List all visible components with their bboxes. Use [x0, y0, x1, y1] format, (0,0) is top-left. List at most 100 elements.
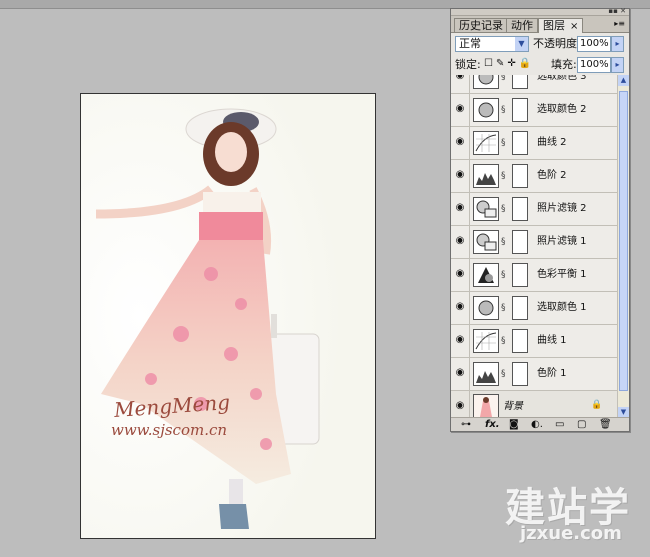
new-layer-icon[interactable]: ▢ — [577, 419, 586, 430]
layer-mask-thumbnail[interactable] — [512, 98, 528, 122]
panel-title-grip[interactable]: ▪▪ ✕ — [451, 8, 629, 16]
eye-icon[interactable]: ◉ — [453, 333, 467, 347]
link-layers-icon[interactable]: ⊶ — [461, 419, 471, 430]
tab-history[interactable]: 历史记录 — [454, 18, 508, 32]
eye-icon[interactable]: ◉ — [453, 399, 467, 413]
link-icon: § — [501, 369, 506, 379]
layer-row[interactable]: ◉ § 色阶 2 — [451, 160, 617, 193]
adjustment-layer-icon[interactable]: ◐. — [531, 419, 543, 430]
layer-row[interactable]: ◉ § 曲线 2 — [451, 127, 617, 160]
blend-opacity-row: 正常 ▼ 不透明度: 100% ▸ — [451, 33, 629, 55]
lock-icon: 🔒 — [591, 400, 603, 410]
eye-icon[interactable]: ◉ — [453, 366, 467, 380]
fill-input[interactable]: 100% — [577, 57, 611, 73]
layer-name: 照片滤镜 2 — [537, 203, 587, 214]
eye-icon[interactable]: ◉ — [453, 168, 467, 182]
add-mask-icon[interactable]: ◙ — [509, 419, 519, 430]
fill-label: 填充: — [551, 58, 577, 71]
tab-close-icon[interactable]: × — [570, 21, 578, 32]
layer-name: 选取颜色 3 — [537, 75, 587, 82]
document-canvas[interactable]: MengMeng www.sjscom.cn — [80, 93, 376, 539]
layers-scrollbar[interactable]: ▲ ▼ — [617, 75, 629, 418]
selective-color-icon — [473, 75, 499, 89]
lock-label: 锁定: — [455, 58, 481, 71]
tab-layers[interactable]: 图层 × — [538, 18, 584, 33]
layer-row[interactable]: ◉ § 选取颜色 2 — [451, 94, 617, 127]
link-icon: § — [501, 138, 506, 148]
layer-row[interactable]: ◉ § 照片滤镜 1 — [451, 226, 617, 259]
layer-mask-thumbnail[interactable] — [512, 296, 528, 320]
layer-mask-thumbnail[interactable] — [512, 131, 528, 155]
layer-mask-thumbnail[interactable] — [512, 329, 528, 353]
link-icon: § — [501, 105, 506, 115]
layer-row[interactable]: ◉ § 选取颜色 3 — [451, 75, 617, 94]
layer-name: 照片滤镜 1 — [537, 236, 587, 247]
opacity-label: 不透明度: — [533, 37, 581, 50]
eye-icon[interactable]: ◉ — [453, 201, 467, 215]
link-icon: § — [501, 270, 506, 280]
site-watermark: 建站学 jzxue.com — [500, 475, 650, 555]
fx-icon[interactable]: fx. — [485, 419, 500, 430]
panel-collapse-icon[interactable]: ▪▪ ✕ — [608, 8, 626, 15]
eye-icon[interactable]: ◉ — [453, 300, 467, 314]
levels-icon — [473, 164, 499, 188]
link-icon: § — [501, 171, 506, 181]
selective-color-icon — [473, 296, 499, 320]
layer-name: 色阶 1 — [537, 368, 567, 379]
selective-color-icon — [473, 98, 499, 122]
eye-icon[interactable]: ◉ — [453, 102, 467, 116]
curves-icon — [473, 329, 499, 353]
tab-actions[interactable]: 动作 — [506, 18, 538, 32]
layer-row[interactable]: ◉ § 色阶 1 — [451, 358, 617, 391]
layer-row-background[interactable]: ◉ 背景 🔒 — [451, 391, 617, 418]
layer-mask-thumbnail[interactable] — [512, 164, 528, 188]
layer-mask-thumbnail[interactable] — [512, 75, 528, 89]
lock-options-icon[interactable]: ☐✎✛🔒 — [484, 58, 534, 69]
fill-arrow-button[interactable]: ▸ — [611, 57, 624, 73]
chevron-down-icon[interactable]: ▼ — [515, 37, 528, 51]
layer-mask-thumbnail[interactable] — [512, 197, 528, 221]
background-thumbnail — [473, 394, 499, 418]
layer-name: 背景 — [503, 401, 523, 412]
layer-name: 色彩平衡 1 — [537, 269, 587, 280]
signature-url: www.sjscom.cn — [111, 421, 228, 439]
color-balance-icon — [473, 263, 499, 287]
layer-row[interactable]: ◉ § 照片滤镜 2 — [451, 193, 617, 226]
layers-list: ◉ § 选取颜色 3 ◉ § 选取颜色 2 ◉ § 曲线 2 ◉ § 色阶 2 — [451, 75, 617, 418]
layers-panel: ▪▪ ✕ 历史记录 动作 图层 × ▸≡ 正常 ▼ 不透明度: 100% ▸ 锁定… — [450, 8, 630, 432]
blend-mode-select[interactable]: 正常 ▼ — [455, 36, 529, 52]
opacity-arrow-button[interactable]: ▸ — [611, 36, 624, 52]
watermark-url: jzxue.com — [520, 523, 622, 544]
layer-row[interactable]: ◉ § 曲线 1 — [451, 325, 617, 358]
photo-image — [81, 94, 375, 538]
link-icon: § — [501, 75, 506, 82]
eye-icon[interactable]: ◉ — [453, 234, 467, 248]
levels-icon — [473, 362, 499, 386]
link-icon: § — [501, 237, 506, 247]
layer-mask-thumbnail[interactable] — [512, 230, 528, 254]
layer-name: 选取颜色 2 — [537, 104, 587, 115]
layer-mask-thumbnail[interactable] — [512, 362, 528, 386]
lock-fill-row: 锁定: ☐✎✛🔒 填充: 100% ▸ — [451, 55, 629, 76]
group-icon[interactable]: ▭ — [555, 419, 564, 430]
photo-filter-icon — [473, 197, 499, 221]
link-icon: § — [501, 336, 506, 346]
scrollbar-thumb[interactable] — [619, 91, 628, 391]
layer-name: 色阶 2 — [537, 170, 567, 181]
panel-tabs: 历史记录 动作 图层 × ▸≡ — [451, 16, 629, 33]
scroll-up-icon[interactable]: ▲ — [618, 75, 629, 86]
opacity-input[interactable]: 100% — [577, 36, 611, 52]
layer-row[interactable]: ◉ § 选取颜色 1 — [451, 292, 617, 325]
trash-icon[interactable]: 🗑 — [599, 419, 612, 430]
photo-filter-icon — [473, 230, 499, 254]
panel-menu-icon[interactable]: ▸≡ — [614, 19, 625, 28]
eye-icon[interactable]: ◉ — [453, 75, 467, 83]
layers-bottom-toolbar: ⊶ fx. ◙ ◐. ▭ ▢ 🗑 — [451, 417, 629, 431]
link-icon: § — [501, 204, 506, 214]
link-icon: § — [501, 303, 506, 313]
layer-row[interactable]: ◉ § 色彩平衡 1 — [451, 259, 617, 292]
layer-mask-thumbnail[interactable] — [512, 263, 528, 287]
eye-icon[interactable]: ◉ — [453, 135, 467, 149]
layer-name: 曲线 1 — [537, 335, 567, 346]
eye-icon[interactable]: ◉ — [453, 267, 467, 281]
